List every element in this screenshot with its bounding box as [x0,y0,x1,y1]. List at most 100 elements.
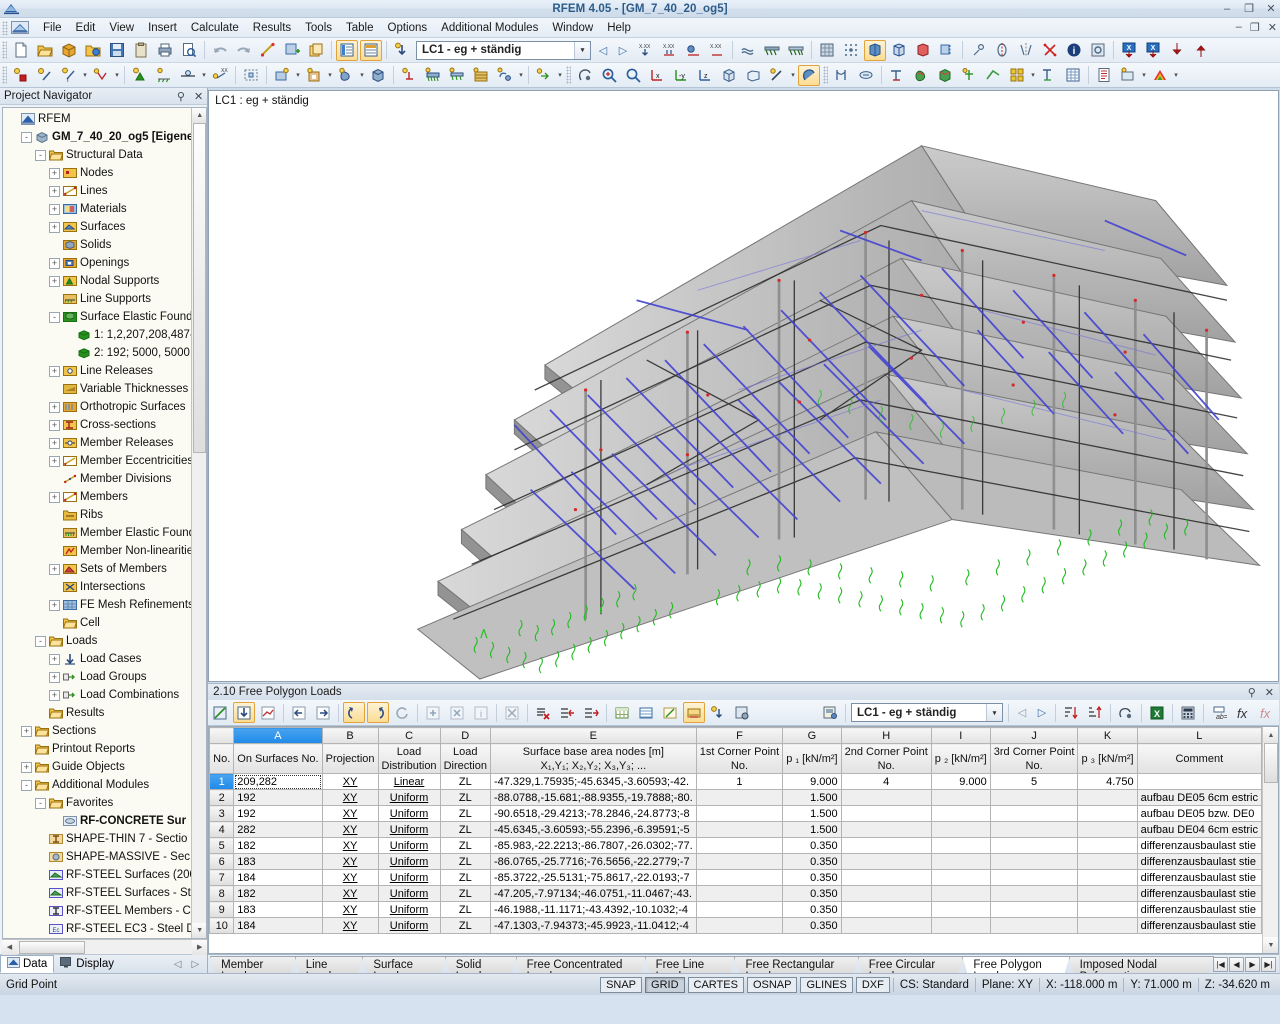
table-row[interactable]: 9183XYUniformZL-46.1988,-11.1171;-43.439… [210,902,1262,918]
navigator-hscroll-thumb[interactable] [19,941,85,954]
menu-grip[interactable] [2,21,8,35]
render-quality-icon[interactable] [766,65,788,86]
edit-lines-icon[interactable] [257,40,279,61]
tree-item-member-non-linearitie[interactable]: Member Non-linearitie [5,542,206,560]
show-data-table-icon[interactable] [336,40,358,61]
tree-item-member-eccentricities[interactable]: +Member Eccentricities [5,452,206,470]
table-format-icon[interactable] [611,702,633,723]
menu-item-file[interactable]: File [36,20,69,36]
table-info-row-icon[interactable]: i [470,702,492,723]
cell-H[interactable] [841,822,931,838]
cell-J[interactable] [990,806,1078,822]
status-toggle-glines[interactable]: GLINES [800,977,852,993]
collapse-icon[interactable]: - [21,780,32,791]
table-load-case-selector[interactable]: LC1 - eg + ständig ▾ [851,703,1003,722]
cell-L[interactable]: differenzausbaulast stie [1137,902,1261,918]
cell-C[interactable]: Uniform [378,790,440,806]
dropdown-arrow-icon[interactable]: ▾ [1029,65,1037,86]
cell-E[interactable]: -90.6518,-29.4213;-78.2846,-24.8773;-8 [490,806,696,822]
tree-item-shape-massive-sec[interactable]: SHAPE-MASSIVE - Sec [5,848,206,866]
cell-L[interactable]: aufbau DE05 bzw. DE0 [1137,806,1261,822]
load-down-icon[interactable] [1166,40,1188,61]
grid-vertical-scrollbar[interactable]: ▲ ▼ [1262,727,1278,953]
table-close-icon[interactable]: ✕ [1265,686,1274,699]
print-preview-icon[interactable] [178,40,200,61]
show-result-table-icon[interactable] [360,40,382,61]
menu-item-additional-modules[interactable]: Additional Modules [434,20,545,36]
tree-item-line-supports[interactable]: Line Supports [5,290,206,308]
tree-item-members[interactable]: +Members [5,488,206,506]
toolbar-grip[interactable] [566,66,571,84]
new-line-icon[interactable] [34,65,56,86]
tree-item-load-combinations[interactable]: +Load Combinations [5,686,206,704]
row-number-cell[interactable]: 7 [210,870,234,886]
table-prev-column-icon[interactable] [288,702,310,723]
column-letter-I[interactable]: I [931,728,990,744]
cell-F[interactable] [696,918,782,934]
settings-icon[interactable] [1087,40,1109,61]
cell-G[interactable]: 1.500 [783,806,841,822]
cell-E[interactable]: -47.1303,-7.94373;-45.9923,-11.0412;-4 [490,918,696,934]
cell-J[interactable] [990,838,1078,854]
isometric-view-icon[interactable] [718,65,740,86]
tree-item-results[interactable]: Results [5,704,206,722]
toolbar-grip[interactable] [2,41,7,59]
tree-item-rf-steel-members-c[interactable]: RF-STEEL Members - C [5,902,206,920]
cell-C[interactable]: Uniform [378,918,440,934]
expand-icon[interactable]: + [49,492,60,503]
support-reactions-icon[interactable] [886,65,908,86]
cell-A[interactable]: 192 [234,806,322,822]
column-letter-C[interactable]: C [378,728,440,744]
cell-D[interactable]: ZL [440,886,490,902]
cell-F[interactable] [696,854,782,870]
table-row[interactable]: 4282XYUniformZL-45.6345,-3.60593;-55.239… [210,822,1262,838]
cell-A[interactable]: 192 [234,790,322,806]
cell-L[interactable]: aufbau DE05 6cm estric [1137,790,1261,806]
tree-item-surfaces[interactable]: +Surfaces [5,218,206,236]
row-number-cell[interactable]: 1 [210,774,234,790]
status-toggle-osnap[interactable]: OSNAP [747,977,798,993]
cell-L[interactable]: differenzausbaulast stie [1137,854,1261,870]
cell-B[interactable]: XY [322,838,378,854]
cell-J[interactable] [990,870,1078,886]
navigator-close-icon[interactable]: ✕ [194,90,203,103]
tree-item-rf-steel-surfaces-st[interactable]: RF-STEEL Surfaces - St [5,884,206,902]
tree-item-sections[interactable]: +Sections [5,722,206,740]
expand-icon[interactable]: + [49,402,60,413]
tabs-prev-button[interactable]: ◀ [1229,957,1244,972]
view-z-icon[interactable]: z [694,65,716,86]
expand-icon[interactable]: + [49,600,60,611]
table-view-icon[interactable] [635,702,657,723]
table-select-in-model-icon[interactable] [1115,702,1137,723]
cell-D[interactable]: ZL [440,806,490,822]
tree-item-lines[interactable]: +Lines [5,182,206,200]
select-objects-icon[interactable] [281,40,303,61]
wind-load-icon[interactable] [737,40,759,61]
cell-H[interactable] [841,918,931,934]
table-row[interactable]: 1209,282XYLinearZL-47.329,1.75935;-45.63… [210,774,1262,790]
cell-I[interactable] [931,822,990,838]
tabs-next-button[interactable]: ▶ [1245,957,1260,972]
column-letter-L[interactable]: L [1137,728,1261,744]
row-number-cell[interactable]: 9 [210,902,234,918]
navigator-tab-display[interactable]: Display [54,956,120,972]
table-next-column-icon[interactable] [312,702,334,723]
expand-icon[interactable]: + [49,276,60,287]
menu-item-calculate[interactable]: Calculate [184,20,246,36]
section-view-icon[interactable] [936,40,958,61]
export-excel-down-icon[interactable]: X [1118,40,1140,61]
nodal-load-icon[interactable]: X.XX [634,40,656,61]
expand-icon[interactable]: + [49,456,60,467]
table-print-icon[interactable] [819,702,841,723]
navigator-horizontal-scrollbar[interactable]: ◀ ▶ [2,939,207,954]
cell-C[interactable]: Uniform [378,902,440,918]
new-surface-icon[interactable] [271,65,293,86]
cell-C[interactable]: Uniform [378,854,440,870]
menu-item-tools[interactable]: Tools [298,20,339,36]
cell-E[interactable]: -85.983,-22.2213;-86.7807,-26.0302;-77. [490,838,696,854]
cell-B[interactable]: XY [322,918,378,934]
load-up-icon[interactable] [1190,40,1212,61]
table-edit-icon[interactable] [209,702,231,723]
tree-item-orthotropic-surfaces[interactable]: +Orthotropic Surfaces [5,398,206,416]
menu-item-table[interactable]: Table [339,20,381,36]
